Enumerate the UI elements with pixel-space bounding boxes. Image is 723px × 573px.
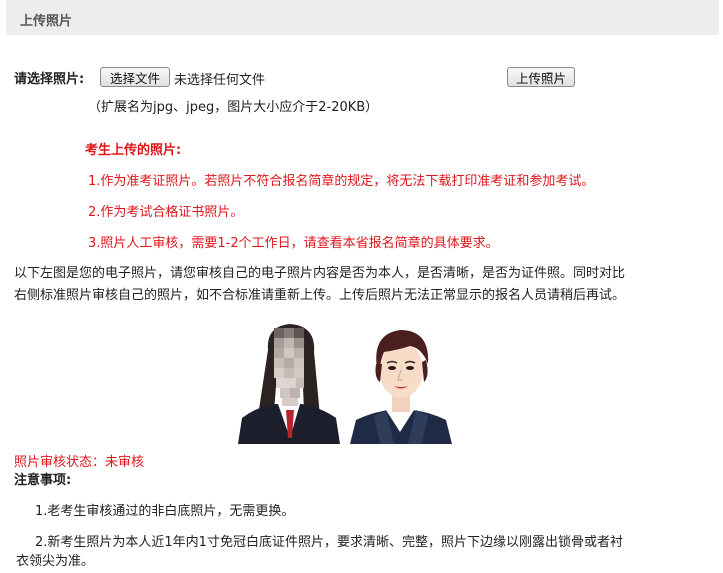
upload-label: 请选择照片: xyxy=(14,72,85,87)
choose-file-button[interactable]: 选择文件 xyxy=(100,67,170,87)
note-item: 3.照片人工审核，需要1-2个工作日，请查看本省报名简章的具体要求。 xyxy=(88,236,499,251)
upload-hint: （扩展名为jpg、jpeg，图片大小应介于2-20KB） xyxy=(88,100,379,115)
description-line: 右侧标准照片审核自己的照片，如不合标准请重新上传。上传后照片无法正常显示的报名人… xyxy=(14,288,626,303)
attention-title: 注意事项: xyxy=(14,473,72,488)
candidate-photo xyxy=(238,320,340,444)
attention-item: 1.老考生审核通过的非白底照片，无需更换。 xyxy=(35,504,295,519)
note-item: 1.作为准考证照片。若照片不符合报名简章的规定，将无法下载打印准考证和参加考试。 xyxy=(88,174,595,189)
review-status: 照片审核状态：未审核 xyxy=(14,455,145,470)
standard-sample-photo xyxy=(350,320,452,444)
attention-item: 2.新考生照片为本人近1年内1寸免冠白底证件照片，要求清晰、完整，照片下边缘以刚… xyxy=(35,535,623,550)
upload-photo-button[interactable]: 上传照片 xyxy=(507,67,575,87)
attention-item-continued: 衣领尖为准。 xyxy=(16,554,95,569)
page-title: 上传照片 xyxy=(20,14,73,29)
no-file-text: 未选择任何文件 xyxy=(174,73,266,88)
notes-title: 考生上传的照片: xyxy=(85,143,182,158)
description-line: 以下左图是您的电子照片，请您审核自己的电子照片内容是否为本人，是否清晰，是否为证… xyxy=(14,266,626,281)
description-text: 以下左图是您的电子照片，请您审核自己的电子照片内容是否为本人，是否清晰，是否为证… xyxy=(14,263,699,307)
note-item: 2.作为考试合格证书照片。 xyxy=(88,205,244,220)
page-header: 上传照片 xyxy=(6,0,719,35)
